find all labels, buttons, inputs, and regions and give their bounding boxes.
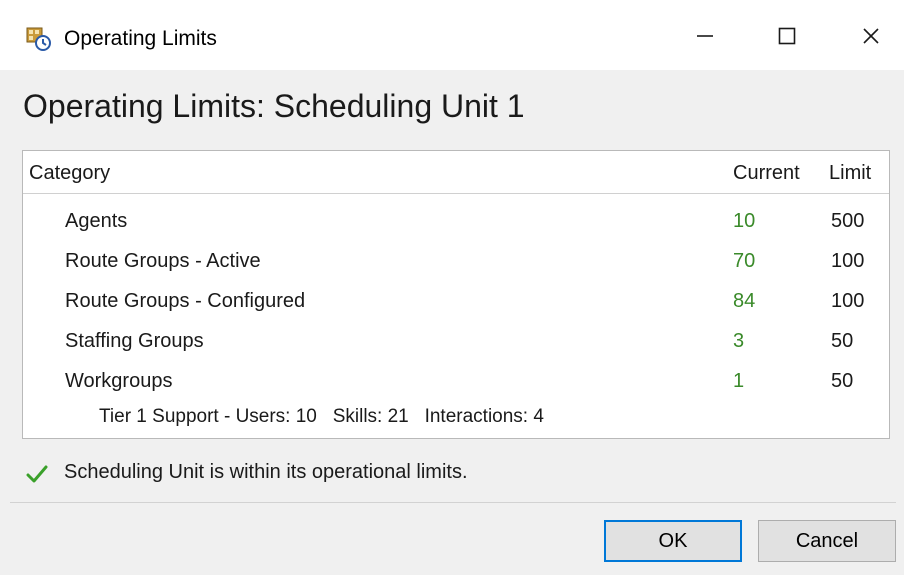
minimize-button[interactable] <box>680 16 730 60</box>
row-current: 10 <box>733 210 756 232</box>
row-limit: 500 <box>831 210 865 232</box>
title-bar[interactable]: Operating Limits <box>0 0 904 70</box>
workgroup-detail-row[interactable]: Tier 1 Support - Users: 10 Skills: 21 In… <box>99 405 544 429</box>
row-current: 1 <box>733 370 745 392</box>
row-category: Route Groups - Active <box>65 250 261 272</box>
row-limit: 100 <box>831 250 865 272</box>
row-category: Staffing Groups <box>65 330 204 352</box>
row-limit: 100 <box>831 290 865 312</box>
column-header-limit[interactable]: Limit <box>829 161 871 185</box>
cancel-button[interactable]: Cancel <box>758 520 896 562</box>
check-icon <box>26 464 48 484</box>
window-title: Operating Limits <box>64 27 217 50</box>
scheduling-app-icon <box>26 26 52 52</box>
close-button[interactable] <box>846 16 896 60</box>
footer-divider <box>10 502 896 503</box>
row-category: Route Groups - Configured <box>65 290 306 312</box>
row-category: Agents <box>65 210 128 232</box>
ok-button[interactable]: OK <box>604 520 742 562</box>
row-current: 84 <box>733 290 756 312</box>
row-limit: 50 <box>831 330 854 352</box>
table-header: Category Current Limit <box>23 151 889 194</box>
column-header-category[interactable]: Category <box>29 161 110 185</box>
maximize-icon <box>777 26 797 51</box>
limits-table: Category Current Limit Agents 10 500 Rou… <box>22 150 890 439</box>
table-row-workgroups[interactable]: Workgroups 1 50 <box>23 361 889 401</box>
table-row-agents[interactable]: Agents 10 500 <box>23 201 889 241</box>
row-category: Workgroups <box>65 370 173 392</box>
close-icon <box>861 26 881 51</box>
status-text: Scheduling Unit is within its operationa… <box>64 461 468 483</box>
table-row-route-groups-configured[interactable]: Route Groups - Configured 84 100 <box>23 281 889 321</box>
maximize-button[interactable] <box>762 16 812 60</box>
table-row-route-groups-active[interactable]: Route Groups - Active 70 100 <box>23 241 889 281</box>
page-title: Operating Limits: Scheduling Unit 1 <box>23 88 525 124</box>
column-header-current[interactable]: Current <box>733 161 800 185</box>
row-limit: 50 <box>831 370 854 392</box>
row-current: 3 <box>733 330 745 352</box>
row-current: 70 <box>733 250 756 272</box>
operating-limits-dialog: Operating Limits Operating Limits: Sched… <box>0 0 904 575</box>
minimize-icon <box>695 26 715 51</box>
table-row-staffing-groups[interactable]: Staffing Groups 3 50 <box>23 321 889 361</box>
